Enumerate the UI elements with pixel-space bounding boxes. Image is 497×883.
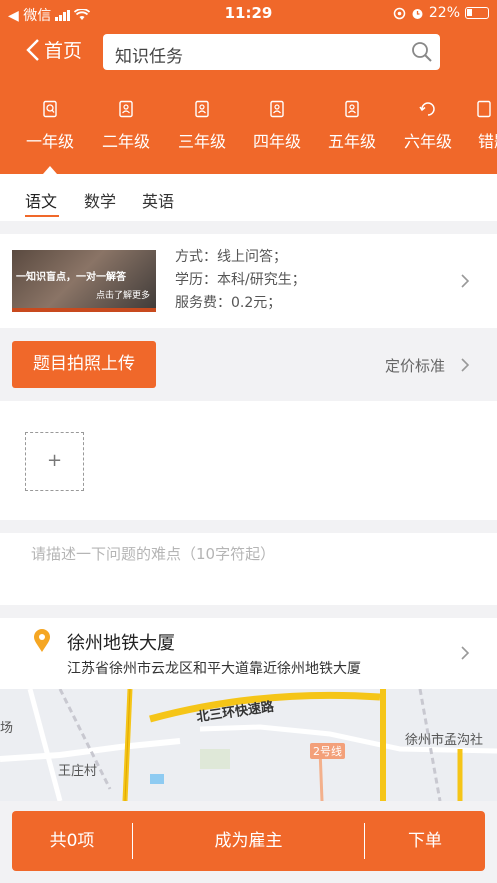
search-input[interactable]: 知识任务 (103, 34, 440, 70)
search-icon[interactable] (410, 40, 434, 64)
chevron-right-icon[interactable] (460, 357, 470, 373)
map-label-village: 王庄村 (58, 764, 98, 779)
chevron-right-icon (461, 274, 470, 288)
subject-tab-chinese[interactable]: 语文 (25, 188, 57, 212)
grade-label: 二年级 (101, 132, 150, 151)
grade-tab-6[interactable]: 六年级 (388, 100, 468, 152)
place-order-button[interactable]: 下单 (365, 811, 485, 871)
grade-tab-3[interactable]: 三年级 (162, 100, 242, 152)
upload-row: 题目拍照上传 定价标准 (0, 328, 497, 401)
chevron-right-icon (461, 646, 470, 660)
status-bar: ◀ 微信 11:29 22% (0, 0, 497, 26)
map-view[interactable]: 北三环快速路 2号线 徐州市孟沟社 王庄村 场 (0, 689, 497, 801)
subject-tab-english[interactable]: 英语 (142, 188, 174, 212)
banner-text: 一知识盲点，一对一解答 (16, 272, 126, 283)
battery-icon (465, 7, 489, 19)
service-details: 方式：线上问答； 学历：本科/研究生； 服务费：0.2元； (175, 246, 306, 315)
description-placeholder: 请描述一下问题的难点（10字符起） (31, 545, 276, 563)
service-method: 方式：线上问答； (175, 249, 287, 265)
profile-doc-icon (119, 100, 133, 118)
grade-label: 六年级 (403, 132, 452, 151)
location-pin-icon (34, 629, 50, 652)
service-fee: 服务费：0.2元； (175, 295, 282, 311)
back-button[interactable]: 首页 (26, 36, 82, 63)
description-field[interactable]: 请描述一下问题的难点（10字符起） (0, 533, 497, 605)
add-photo-button[interactable]: + (25, 432, 84, 491)
active-tab-indicator (43, 166, 57, 174)
refresh-icon (419, 102, 435, 116)
photo-area: + (0, 401, 497, 520)
back-label: 首页 (44, 40, 83, 62)
service-banner-image[interactable]: 一知识盲点，一对一解答 点击了解更多 (12, 250, 156, 312)
subject-tab-math[interactable]: 数学 (84, 188, 116, 212)
grade-tab-1[interactable]: 一年级 (10, 100, 90, 152)
banner-subtext: 点击了解更多 (95, 291, 150, 301)
grade-tab-5[interactable]: 五年级 (312, 100, 392, 152)
subject-tabs: 语文 数学 英语 (0, 174, 497, 221)
map-label-district: 徐州市孟沟社 (405, 733, 484, 748)
grade-label: 五年级 (327, 132, 376, 151)
profile-doc-icon (195, 100, 209, 118)
map-label-metro: 2号线 (310, 743, 345, 759)
nav-bar: 首页 知识任务 (0, 32, 497, 72)
profile-doc-icon (270, 100, 284, 118)
service-education: 学历：本科/研究生； (175, 272, 306, 288)
banner-bar (12, 308, 156, 312)
grade-label: 错题 (478, 132, 497, 151)
alarm-icon (412, 8, 423, 19)
location-address: 江苏省徐州市云龙区和平大道靠近徐州地铁大厦 (67, 661, 361, 677)
item-count[interactable]: 共0项 (12, 811, 132, 871)
photo-upload-button[interactable]: 题目拍照上传 (12, 341, 156, 388)
pricing-standard-link[interactable]: 定价标准 (385, 355, 445, 376)
wrong-question-icon (477, 100, 491, 118)
question-doc-icon (43, 100, 57, 118)
grade-tabs: 一年级 二年级 三年级 四年级 五年级 六年级 错题 (0, 100, 497, 174)
become-employer-button[interactable]: 成为雇主 (133, 811, 364, 871)
grade-label: 一年级 (25, 132, 74, 151)
search-value: 知识任务 (115, 47, 183, 67)
bottom-action-bar: 共0项 成为雇主 下单 (12, 811, 485, 871)
location-row[interactable]: 徐州地铁大厦 江苏省徐州市云龙区和平大道靠近徐州地铁大厦 (0, 618, 497, 689)
rotation-lock-icon (393, 7, 406, 19)
location-name: 徐州地铁大厦 (67, 633, 175, 654)
map-label-edge: 场 (0, 721, 14, 736)
service-info-card[interactable]: 一知识盲点，一对一解答 点击了解更多 方式：线上问答； 学历：本科/研究生； 服… (0, 234, 497, 328)
header: ◀ 微信 11:29 22% 首页 知识任务 一年级 二年级 三年级 四年级 五… (0, 0, 497, 174)
battery-percent: 22% (428, 5, 460, 21)
profile-doc-icon (345, 100, 359, 118)
grade-tab-7[interactable]: 错题 (462, 100, 497, 152)
subject-active-underline (25, 215, 59, 217)
chevron-left-icon (26, 38, 39, 61)
grade-label: 三年级 (177, 132, 226, 151)
grade-tab-4[interactable]: 四年级 (237, 100, 317, 152)
grade-label: 四年级 (252, 132, 301, 151)
grade-tab-2[interactable]: 二年级 (86, 100, 166, 152)
